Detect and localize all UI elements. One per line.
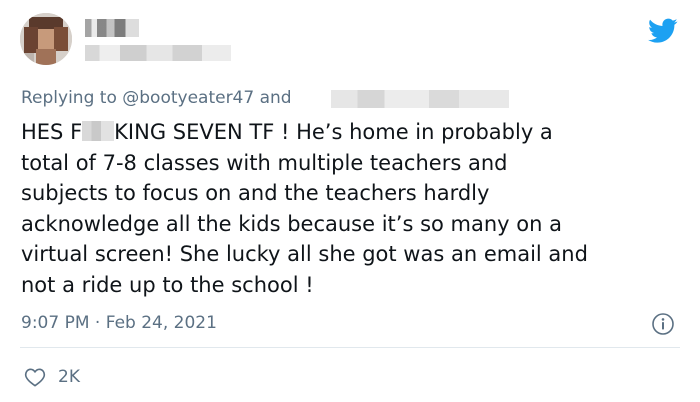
tweet-text-fragment: KING SEVEN TF ! He’s home in probably a — [114, 120, 553, 144]
mention-link[interactable]: @bootyeater47 — [122, 88, 254, 108]
like-button[interactable]: 2K — [24, 364, 80, 390]
tweet-text-fragment: HES F — [21, 120, 83, 144]
twitter-bird-icon[interactable] — [648, 18, 678, 44]
tweet-timestamp[interactable]: 9:07 PM · Feb 24, 2021 — [21, 313, 217, 333]
tweet-text-line: subjects to focus on and the teachers ha… — [21, 181, 490, 205]
replying-prefix: Replying to — [21, 88, 117, 108]
like-count: 2K — [58, 367, 80, 387]
tweet-time: 9:07 PM — [21, 313, 90, 333]
replying-conjunction: and — [259, 88, 292, 108]
replying-to-line: Replying to @bootyeater47 and — [21, 88, 292, 108]
divider — [20, 347, 680, 348]
censored-word-block — [82, 121, 115, 141]
mention-redacted[interactable] — [331, 90, 509, 108]
handle-redacted[interactable] — [85, 45, 231, 61]
info-icon[interactable] — [651, 312, 675, 336]
tweet-date: Feb 24, 2021 — [105, 313, 217, 333]
tweet-card: Replying to @bootyeater47 and HES F KING … — [0, 0, 700, 402]
timestamp-separator: · — [94, 313, 101, 333]
tweet-text-line: total of 7-8 classes with multiple teach… — [21, 150, 508, 175]
avatar[interactable] — [20, 13, 72, 65]
tweet-text-line: virtual screen! She lucky all she got wa… — [21, 242, 588, 266]
tweet-text-line: HES F KING SEVEN TF ! He’s home in probab… — [21, 117, 689, 148]
tweet-text-line: acknowledge all the kids because it’s so… — [21, 211, 562, 236]
tweet-text: HES F KING SEVEN TF ! He’s home in probab… — [21, 117, 689, 300]
display-name-redacted[interactable] — [85, 19, 139, 37]
tweet-text-line: not a ride up to the school ! — [21, 272, 314, 297]
heart-icon — [24, 368, 46, 387]
